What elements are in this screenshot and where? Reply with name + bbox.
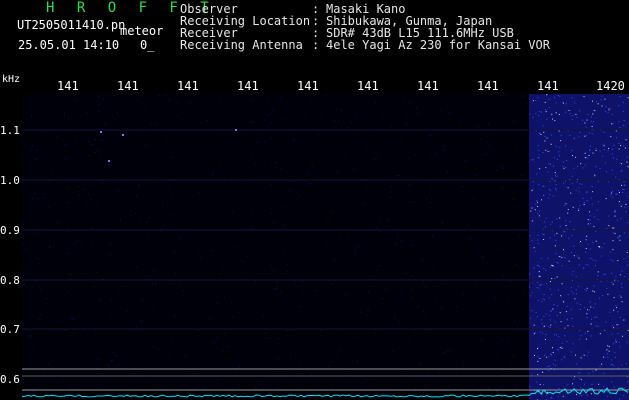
spectrogram xyxy=(22,94,629,400)
x-tick-label: 141 xyxy=(177,79,199,93)
station-info: Observer: Masaki Kano Receiving Location:… xyxy=(180,3,550,51)
info-row-antenna: Receiving Antenna:4ele Yagi Az 230 for K… xyxy=(180,39,550,51)
x-tick-label: 141 xyxy=(477,79,499,93)
y-tick-label: 1.0 xyxy=(0,174,20,187)
x-tick-label: 141 xyxy=(537,79,559,93)
x-tick-label: 141 xyxy=(117,79,139,93)
spectrogram-canvas xyxy=(22,94,629,400)
event-count: 0_ xyxy=(140,38,155,52)
info-label: Receiving Antenna xyxy=(180,38,303,52)
x-tick-label: 141 xyxy=(417,79,439,93)
x-tick-label: 141 xyxy=(357,79,379,93)
y-tick-label: 0.7 xyxy=(0,323,20,336)
x-tick-label: 141 xyxy=(237,79,259,93)
y-tick-label: 0.9 xyxy=(0,224,20,237)
info-separator: : xyxy=(312,38,320,52)
x-tick-label: 141 xyxy=(297,79,319,93)
filename: UT2505011410.pn xyxy=(17,18,126,32)
y-tick-label: 0.8 xyxy=(0,274,20,287)
x-tick-label: 1420 xyxy=(596,79,625,93)
freq-unit-label: kHz xyxy=(2,74,21,85)
timestamp: 25.05.01 14:10 xyxy=(18,38,120,52)
y-tick-label: 0.6 xyxy=(0,373,20,386)
mode-tag: meteor xyxy=(120,24,164,38)
info-value: 4ele Yagi Az 230 for Kansai VOR xyxy=(326,38,550,52)
y-tick-label: 1.1 xyxy=(0,124,20,137)
x-tick-label: 141 xyxy=(57,79,79,93)
